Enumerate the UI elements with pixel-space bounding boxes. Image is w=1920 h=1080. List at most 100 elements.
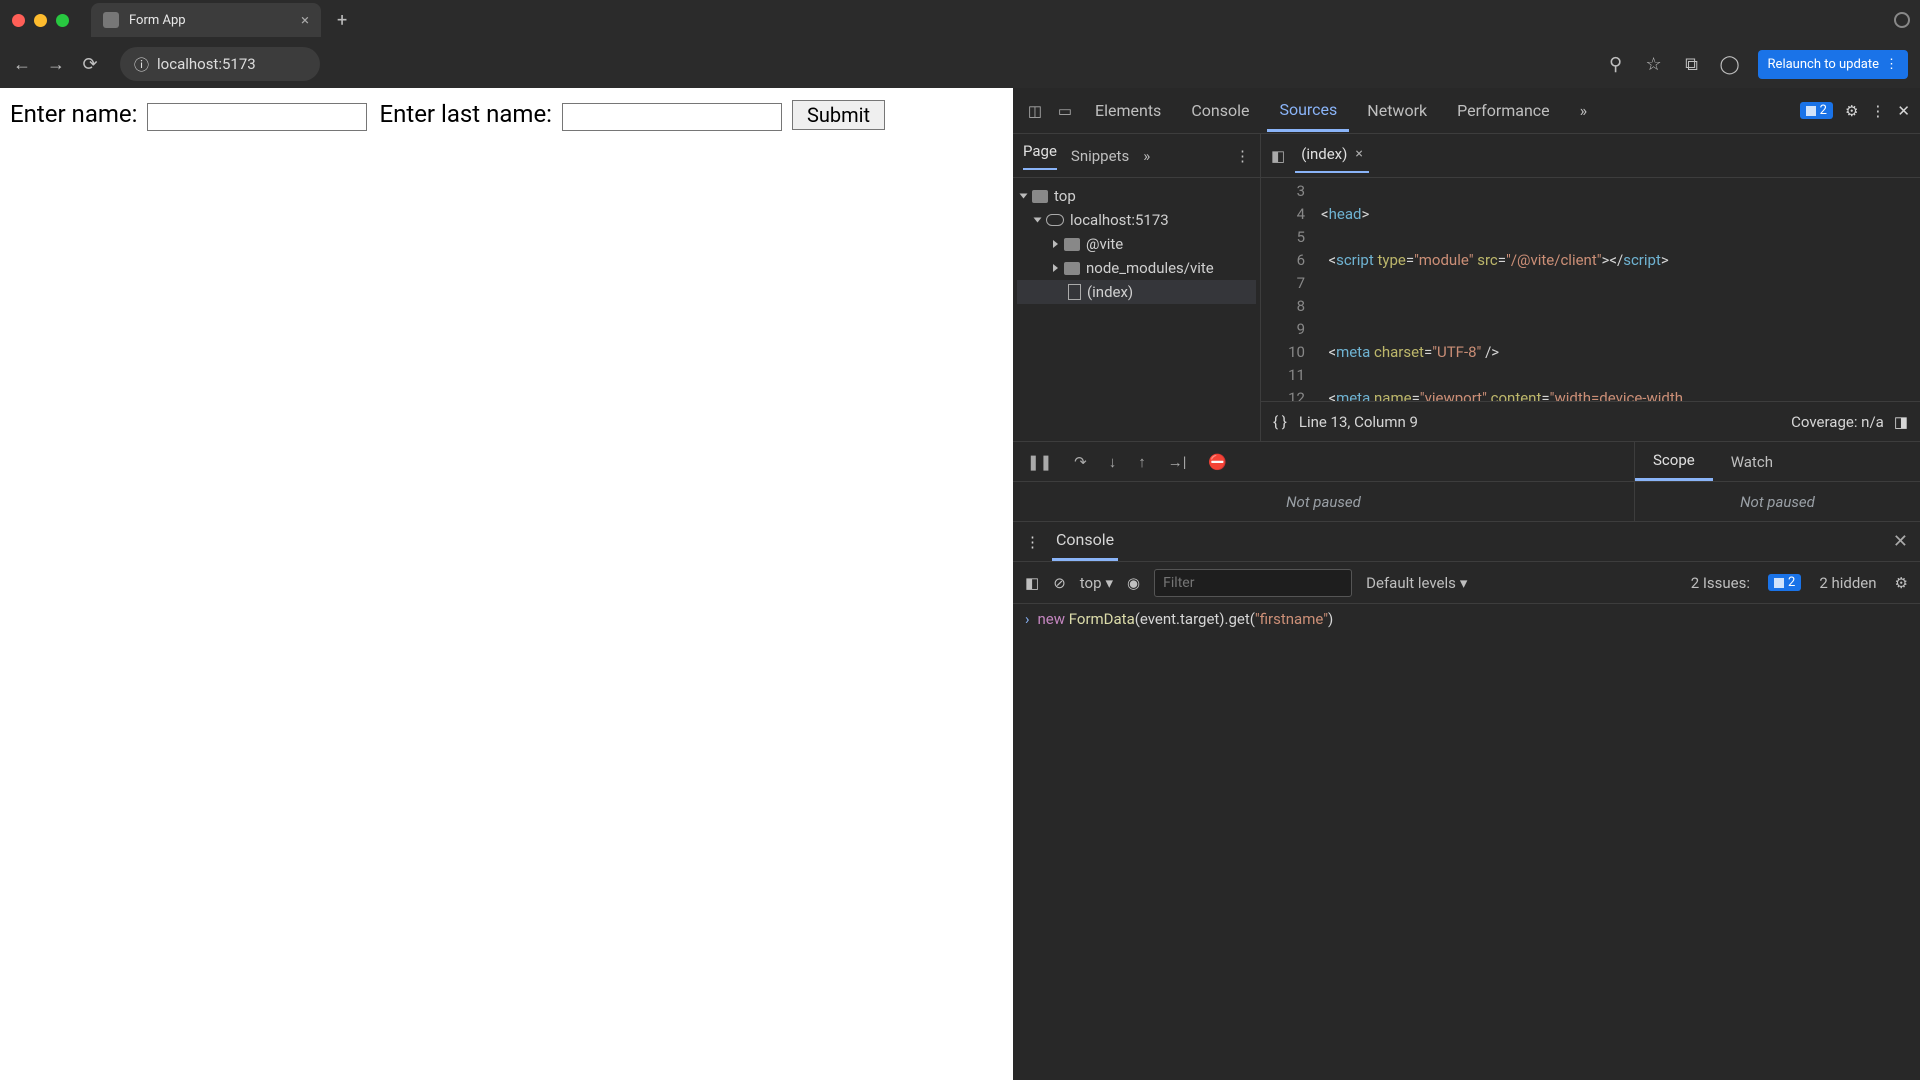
tab-strip: Form App × +: [0, 0, 1920, 40]
rendered-page: Enter name: Enter last name: Submit: [0, 88, 1013, 1080]
context-label: top: [1080, 574, 1102, 592]
tab-sources[interactable]: Sources: [1267, 90, 1349, 132]
site-info-icon[interactable]: ⓘ: [134, 54, 149, 75]
bookmark-star-icon[interactable]: ☆: [1644, 54, 1664, 74]
navigator-tabs: Page Snippets » ⋮: [1013, 134, 1261, 177]
address-bar[interactable]: ⓘ localhost:5173: [120, 47, 320, 81]
paused-status-row: Not paused Not paused: [1013, 482, 1920, 522]
console-line[interactable]: › new FormData(event.target).get("firstn…: [1025, 610, 1908, 628]
tab-network[interactable]: Network: [1355, 91, 1439, 130]
log-levels-selector[interactable]: Default levels ▾: [1366, 574, 1467, 592]
new-tab-button[interactable]: +: [329, 10, 355, 31]
toggle-sidebar-icon[interactable]: ◧: [1025, 574, 1039, 592]
settings-gear-icon[interactable]: ⚙: [1845, 102, 1858, 120]
browser-chrome: Form App × + ← → ⟳ ⓘ localhost:5173 ⚲ ☆ …: [0, 0, 1920, 88]
tree-row[interactable]: top: [1017, 184, 1256, 208]
chevron-down-icon: ▾: [1460, 574, 1468, 592]
step-into-icon[interactable]: ↓: [1109, 453, 1117, 471]
kebab-icon[interactable]: ⋮: [1870, 102, 1885, 120]
console-drawer: ⋮ Console ✕ ◧ ⊘ top ▾ ◉ Default levels ▾…: [1013, 522, 1920, 1080]
tab-elements[interactable]: Elements: [1083, 91, 1173, 130]
devtools-panel: ◫ ▭ Elements Console Sources Network Per…: [1013, 88, 1920, 1080]
tab-scope[interactable]: Scope: [1635, 442, 1713, 481]
close-drawer-icon[interactable]: ✕: [1893, 531, 1908, 552]
cursor-position: Line 13, Column 9: [1299, 413, 1418, 431]
search-tabs-icon[interactable]: [1894, 12, 1910, 28]
window-icon: [1032, 190, 1048, 203]
deactivate-breakpoints-icon[interactable]: ⛔: [1208, 453, 1227, 471]
tab-watch[interactable]: Watch: [1713, 444, 1791, 480]
close-window-icon[interactable]: [12, 14, 25, 27]
chevron-down-icon: ▾: [1106, 574, 1114, 592]
console-settings-gear-icon[interactable]: ⚙: [1895, 574, 1908, 592]
profile-icon[interactable]: ◯: [1720, 54, 1740, 74]
live-expression-icon[interactable]: ◉: [1127, 574, 1140, 592]
tree-row[interactable]: @vite: [1017, 232, 1256, 256]
relaunch-button[interactable]: Relaunch to update ⋮: [1758, 50, 1908, 79]
inspect-element-icon[interactable]: ◫: [1023, 99, 1047, 123]
tab-performance[interactable]: Performance: [1445, 91, 1562, 130]
navigator-kebab-icon[interactable]: ⋮: [1235, 147, 1250, 165]
pause-button-icon[interactable]: ❚❚: [1027, 453, 1052, 471]
tree-row-selected[interactable]: (index): [1017, 280, 1256, 304]
tree-row[interactable]: node_modules/vite: [1017, 256, 1256, 280]
step-over-icon[interactable]: ↷: [1074, 453, 1087, 471]
last-name-input[interactable]: [562, 103, 782, 131]
hidden-count[interactable]: 2 hidden: [1819, 574, 1876, 592]
tab-console[interactable]: Console: [1179, 91, 1261, 130]
code-content[interactable]: <head> <script type="module" src="/@vite…: [1315, 178, 1920, 401]
console-drawer-header: ⋮ Console ✕: [1013, 522, 1920, 562]
step-icon[interactable]: →|: [1168, 453, 1187, 471]
reload-button[interactable]: ⟳: [80, 54, 100, 74]
browser-toolbar: ← → ⟳ ⓘ localhost:5173 ⚲ ☆ ⧉ ◯ Relaunch …: [0, 40, 1920, 88]
step-out-icon[interactable]: ↑: [1138, 453, 1146, 471]
console-kebab-icon[interactable]: ⋮: [1025, 533, 1040, 551]
toggle-sidebar-icon[interactable]: ◨: [1894, 413, 1908, 431]
chevron-down-icon: [1034, 218, 1042, 223]
issues-badge[interactable]: 2: [1800, 102, 1833, 119]
clear-console-icon[interactable]: ⊘: [1053, 574, 1066, 592]
console-drawer-title[interactable]: Console: [1052, 522, 1118, 561]
navigator-tab-snippets[interactable]: Snippets: [1071, 147, 1129, 165]
window-controls: [12, 14, 69, 27]
scope-watch-tabs: Scope Watch: [1634, 442, 1920, 481]
device-toolbar-icon[interactable]: ▭: [1053, 99, 1077, 123]
line-gutter: 345678910111213: [1261, 178, 1315, 401]
folder-icon: [1064, 262, 1080, 275]
expand-caret-icon[interactable]: ›: [1025, 610, 1030, 628]
token-keyword: new: [1038, 610, 1069, 628]
sources-sub-tabs: Page Snippets » ⋮ ◧ (index) ×: [1013, 134, 1920, 178]
forward-button[interactable]: →: [46, 54, 66, 74]
code-editor[interactable]: 345678910111213 <head> <script type="mod…: [1261, 178, 1920, 441]
coverage-label: Coverage: n/a: [1791, 413, 1884, 431]
file-tree: top localhost:5173 @vite node_modules/vi…: [1013, 178, 1261, 441]
tree-label: (index): [1087, 283, 1133, 301]
execution-context-selector[interactable]: top ▾: [1080, 574, 1113, 592]
console-toolbar: ◧ ⊘ top ▾ ◉ Default levels ▾ 2 Issues: 2…: [1013, 562, 1920, 604]
first-name-input[interactable]: [147, 103, 367, 131]
url-text: localhost:5173: [157, 55, 256, 73]
devtools-tabs: ◫ ▭ Elements Console Sources Network Per…: [1013, 88, 1920, 134]
close-file-tab-icon[interactable]: ×: [1355, 146, 1362, 162]
navigator-overflow-icon[interactable]: »: [1143, 147, 1150, 165]
issues-link[interactable]: 2: [1768, 574, 1801, 591]
close-devtools-icon[interactable]: ✕: [1897, 102, 1910, 120]
minimize-window-icon[interactable]: [34, 14, 47, 27]
file-tab-index[interactable]: (index) ×: [1295, 139, 1369, 173]
tabs-overflow-icon[interactable]: »: [1568, 91, 1600, 130]
browser-tab[interactable]: Form App ×: [91, 3, 321, 37]
console-output[interactable]: › new FormData(event.target).get("firstn…: [1013, 604, 1920, 1080]
console-filter-input[interactable]: [1154, 569, 1352, 597]
navigator-tab-page[interactable]: Page: [1023, 142, 1057, 170]
extensions-icon[interactable]: ⧉: [1682, 54, 1702, 74]
pretty-print-icon[interactable]: { }: [1273, 413, 1287, 431]
last-name-label: Enter last name:: [379, 100, 552, 128]
submit-button[interactable]: Submit: [792, 100, 885, 130]
back-button[interactable]: ←: [12, 54, 32, 74]
maximize-window-icon[interactable]: [56, 14, 69, 27]
close-tab-icon[interactable]: ×: [301, 11, 309, 29]
zoom-icon[interactable]: ⚲: [1606, 54, 1626, 74]
tree-row[interactable]: localhost:5173: [1017, 208, 1256, 232]
toggle-navigator-icon[interactable]: ◧: [1271, 147, 1285, 165]
cloud-icon: [1046, 214, 1064, 226]
